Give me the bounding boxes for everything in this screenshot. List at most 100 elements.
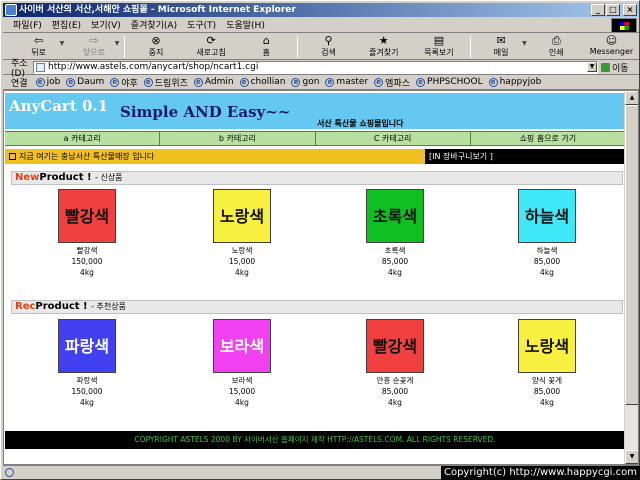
toolbar-label: 앞으로 <box>82 48 105 57</box>
category-link-2[interactable]: C 카테고리 <box>316 132 471 145</box>
product-price: 85,000 <box>533 257 561 266</box>
product-name[interactable]: 노랑색 <box>192 245 292 256</box>
link-item-9[interactable]: e PHPSCHOOL <box>416 77 483 87</box>
minimize-button[interactable]: _ <box>591 4 605 16</box>
search-icon: ⚲ <box>324 34 333 47</box>
product-card[interactable]: 하늘색 하늘색 85,000 4kg <box>497 189 597 278</box>
history-icon: ▤ <box>433 34 445 47</box>
product-name[interactable]: 파랑색 <box>37 375 137 386</box>
toolbar-button-5[interactable]: ⚲ 검색 <box>301 34 356 60</box>
product-name[interactable]: 양식 꽃게 <box>497 375 597 386</box>
menu-item-5[interactable]: 도움말(H) <box>226 18 265 31</box>
product-image[interactable]: 빨강색 <box>366 319 424 373</box>
address-input[interactable]: http://www.astels.com/anycart/shop/ncart… <box>33 61 598 74</box>
link-item-4[interactable]: e Admin <box>193 77 234 87</box>
maximize-button[interactable]: □ <box>606 4 620 16</box>
product-name[interactable]: 보라색 <box>192 375 292 386</box>
shop-logo[interactable]: AnyCart 0.1 <box>9 97 108 115</box>
link-item-10[interactable]: e happyjob <box>488 77 542 87</box>
dropdown-arrow-icon[interactable]: ▼ <box>60 40 65 47</box>
go-arrow-icon <box>601 63 610 72</box>
ie-link-icon: e <box>35 77 45 87</box>
product-card[interactable]: 보라색 보라색 15,000 4kg <box>192 319 292 408</box>
link-item-6[interactable]: e gon <box>291 77 319 87</box>
scroll-up-arrow-icon[interactable]: ▲ <box>625 91 638 105</box>
rec-product-header: RecProduct ! - 추천상품 <box>11 300 623 314</box>
ie-app-icon[interactable] <box>5 4 17 16</box>
menu-item-4[interactable]: 도구(T) <box>187 18 216 31</box>
toolbar-button-2[interactable]: ⊗ 중지 <box>128 34 183 60</box>
window-controls: _ □ × <box>590 4 637 16</box>
category-link-1[interactable]: b 카테고리 <box>160 132 316 145</box>
scroll-thumb[interactable] <box>625 105 638 405</box>
product-image[interactable]: 노랑색 <box>213 189 271 243</box>
product-card[interactable]: 빨강색 빨강색 150,000 4kg <box>37 189 137 278</box>
ie-link-icon: e <box>416 77 426 87</box>
product-weight: 4kg <box>540 398 554 407</box>
category-link-3[interactable]: 쇼핑 홈으로 가기 <box>471 132 625 145</box>
toolbar-button-6[interactable]: ★ 즐겨찾기 <box>356 34 411 60</box>
product-image[interactable]: 초록색 <box>366 189 424 243</box>
product-card[interactable]: 노랑색 노랑색 15,000 4kg <box>192 189 292 278</box>
product-image[interactable]: 빨강색 <box>58 189 116 243</box>
ie-status-icon <box>5 468 14 477</box>
product-weight: 4kg <box>235 268 249 277</box>
toolbar-button-9[interactable]: ⎙ 인쇄 <box>529 34 584 60</box>
scroll-down-arrow-icon[interactable]: ▼ <box>625 450 638 464</box>
page-viewport[interactable]: AnyCart 0.1 Simple AND Easy~~ 서산 특산물 쇼핑몰… <box>3 90 639 465</box>
toolbar-button-4[interactable]: ⌂ 홈 <box>239 34 294 60</box>
page-icon <box>36 63 45 72</box>
link-item-5[interactable]: e chollian <box>239 77 286 87</box>
ie-link-icon: e <box>488 77 498 87</box>
ie-link-icon: e <box>325 77 335 87</box>
link-label: chollian <box>250 77 286 87</box>
vertical-scrollbar[interactable]: ▲ ▼ <box>624 91 638 464</box>
product-price: 150,000 <box>71 257 103 266</box>
toolbar-button-7[interactable]: ▤ 목록보기 <box>411 34 466 60</box>
dropdown-arrow-icon[interactable]: ▼ <box>522 40 527 47</box>
product-image[interactable]: 하늘색 <box>518 189 576 243</box>
menu-item-3[interactable]: 즐겨찾기(A) <box>131 18 177 31</box>
product-name[interactable]: 빨강색 <box>37 245 137 256</box>
toolbar-button-8[interactable]: ✉ 메일 ▼ <box>474 34 529 60</box>
link-item-7[interactable]: e master <box>325 77 368 87</box>
links-label: 연결 <box>11 78 28 89</box>
link-item-3[interactable]: e 드림위즈 <box>143 76 188 89</box>
product-card[interactable]: 파랑색 파랑색 150,000 4kg <box>37 319 137 408</box>
link-label: Daum <box>77 77 105 87</box>
link-item-0[interactable]: e job <box>35 77 60 87</box>
cart-link[interactable]: [IN 장바구니보기 ] <box>425 149 625 164</box>
category-nav: a 카테고리 b 카테고리 C 카테고리 쇼핑 홈으로 가기 <box>5 131 625 146</box>
product-card[interactable]: 빨강색 안흥 순꽃게 85,000 4kg <box>345 319 445 408</box>
product-name[interactable]: 초록색 <box>345 245 445 256</box>
stop-icon: ⊗ <box>151 34 161 47</box>
link-item-2[interactable]: e 야후 <box>110 76 138 89</box>
toolbar-button-10[interactable]: ☺ Messenger <box>584 34 639 60</box>
menu-item-0[interactable]: 파일(F) <box>13 18 42 31</box>
dropdown-arrow-icon[interactable]: ▼ <box>115 40 120 47</box>
product-image[interactable]: 파랑색 <box>58 319 116 373</box>
product-card[interactable]: 초록색 초록색 85,000 4kg <box>345 189 445 278</box>
close-button[interactable]: × <box>623 4 637 16</box>
link-item-1[interactable]: e Daum <box>66 77 104 87</box>
toolbar-button-3[interactable]: ⟳ 새로고침 <box>184 34 239 60</box>
product-image[interactable]: 노랑색 <box>518 319 576 373</box>
product-name[interactable]: 하늘색 <box>497 245 597 256</box>
menu-item-2[interactable]: 보기(V) <box>91 18 121 31</box>
menu-item-1[interactable]: 편집(E) <box>52 18 81 31</box>
title-bar[interactable]: 사이버 서산의 서산,서해안 쇼핑몰 - Microsoft Internet … <box>3 3 639 17</box>
ie-link-icon: e <box>239 77 249 87</box>
product-image[interactable]: 보라색 <box>213 319 271 373</box>
ie-link-icon: e <box>143 77 153 87</box>
product-weight: 4kg <box>80 398 94 407</box>
product-card[interactable]: 노랑색 양식 꽃게 85,000 4kg <box>497 319 597 408</box>
link-item-8[interactable]: e 엠파스 <box>374 76 410 89</box>
address-dropdown-button[interactable]: ▼ <box>587 62 597 72</box>
go-button[interactable]: 이동 <box>601 61 639 74</box>
link-label: happyjob <box>499 77 542 87</box>
category-link-0[interactable]: a 카테고리 <box>5 132 161 145</box>
product-name[interactable]: 안흥 순꽃게 <box>345 375 445 386</box>
link-label: 드림위즈 <box>154 78 188 89</box>
new-title: Product ! <box>39 172 96 183</box>
toolbar: ⇦ 뒤로 ▼ ⇨ 앞으로 ▼ ⊗ 중지 ⟳ 새로고침 ⌂ 홈 ⚲ 검색 ★ 즐겨찾기 ▤ 목록보기 ✉ 메일 ▼ ⎙ 인쇄 ☺… <box>3 34 639 60</box>
